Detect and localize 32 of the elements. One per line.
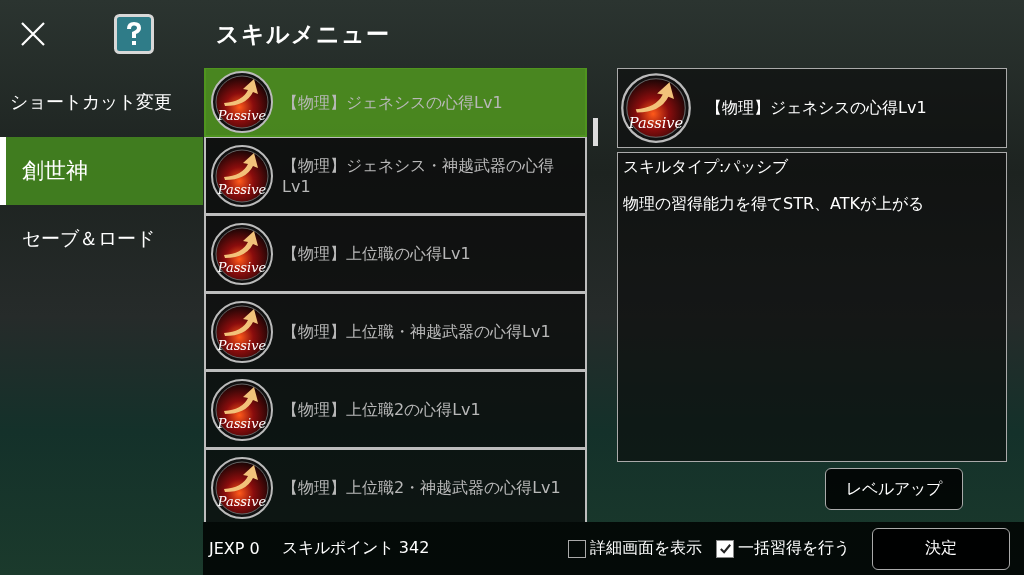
jexp-text: JEXP 0 [209,539,260,558]
passive-skill-icon: Passive [210,299,274,364]
checkbox-label: 詳細画面を表示 [590,538,702,559]
passive-skill-icon: Passive [210,70,274,134]
skill-list-item[interactable]: Passive 【物理】上位職・神越武器の心得Lv1 [204,293,588,371]
skill-type-text: スキルタイプ:パッシブ [623,157,790,178]
passive-skill-icon: Passive [210,455,274,520]
passive-skill-icon: Passive [210,221,274,286]
sidebar-tab[interactable]: 創世神 [0,137,203,205]
sidebar-tab[interactable]: ショートカット変更 [0,83,203,121]
checkbox[interactable] [716,539,734,558]
checkmark-icon [717,541,733,556]
sidebar-tab[interactable]: セーブ＆ロード [0,205,203,273]
skill-list-item[interactable]: Passive 【物理】上位職の心得Lv1 [204,215,588,293]
checkbox-label: 一括習得を行う [738,538,850,559]
checkbox[interactable] [568,539,586,558]
confirm-button[interactable]: 決定 [872,527,1010,570]
passive-skill-icon: Passive [210,377,274,442]
skill-list-item[interactable]: Passive 【物理】上位職2・神越武器の心得Lv1 [204,449,588,522]
help-icon[interactable] [114,14,154,54]
passive-skill-icon: Passive [620,72,692,144]
skill-points-text: スキルポイント 342 [281,538,430,559]
scrollbar-thumb[interactable] [592,118,598,146]
skill-list-item[interactable]: Passive 【物理】ジェネシスの心得Lv1 [204,68,588,137]
close-icon[interactable] [20,21,46,47]
menu-title: スキルメニュー [216,19,390,49]
passive-skill-icon: Passive [210,143,274,208]
skill-list-item[interactable]: Passive 【物理】ジェネシス・神越武器の心得Lv1 [204,137,588,215]
skill-list-item[interactable]: Passive 【物理】上位職2の心得Lv1 [204,371,588,449]
skill-description-text: 物理の習得能力を得てSTR、ATKが上がる [623,194,925,215]
skill-name-text: 【物理】ジェネシスの心得Lv1 [706,97,927,119]
level-up-button[interactable]: レベルアップ [825,468,963,510]
